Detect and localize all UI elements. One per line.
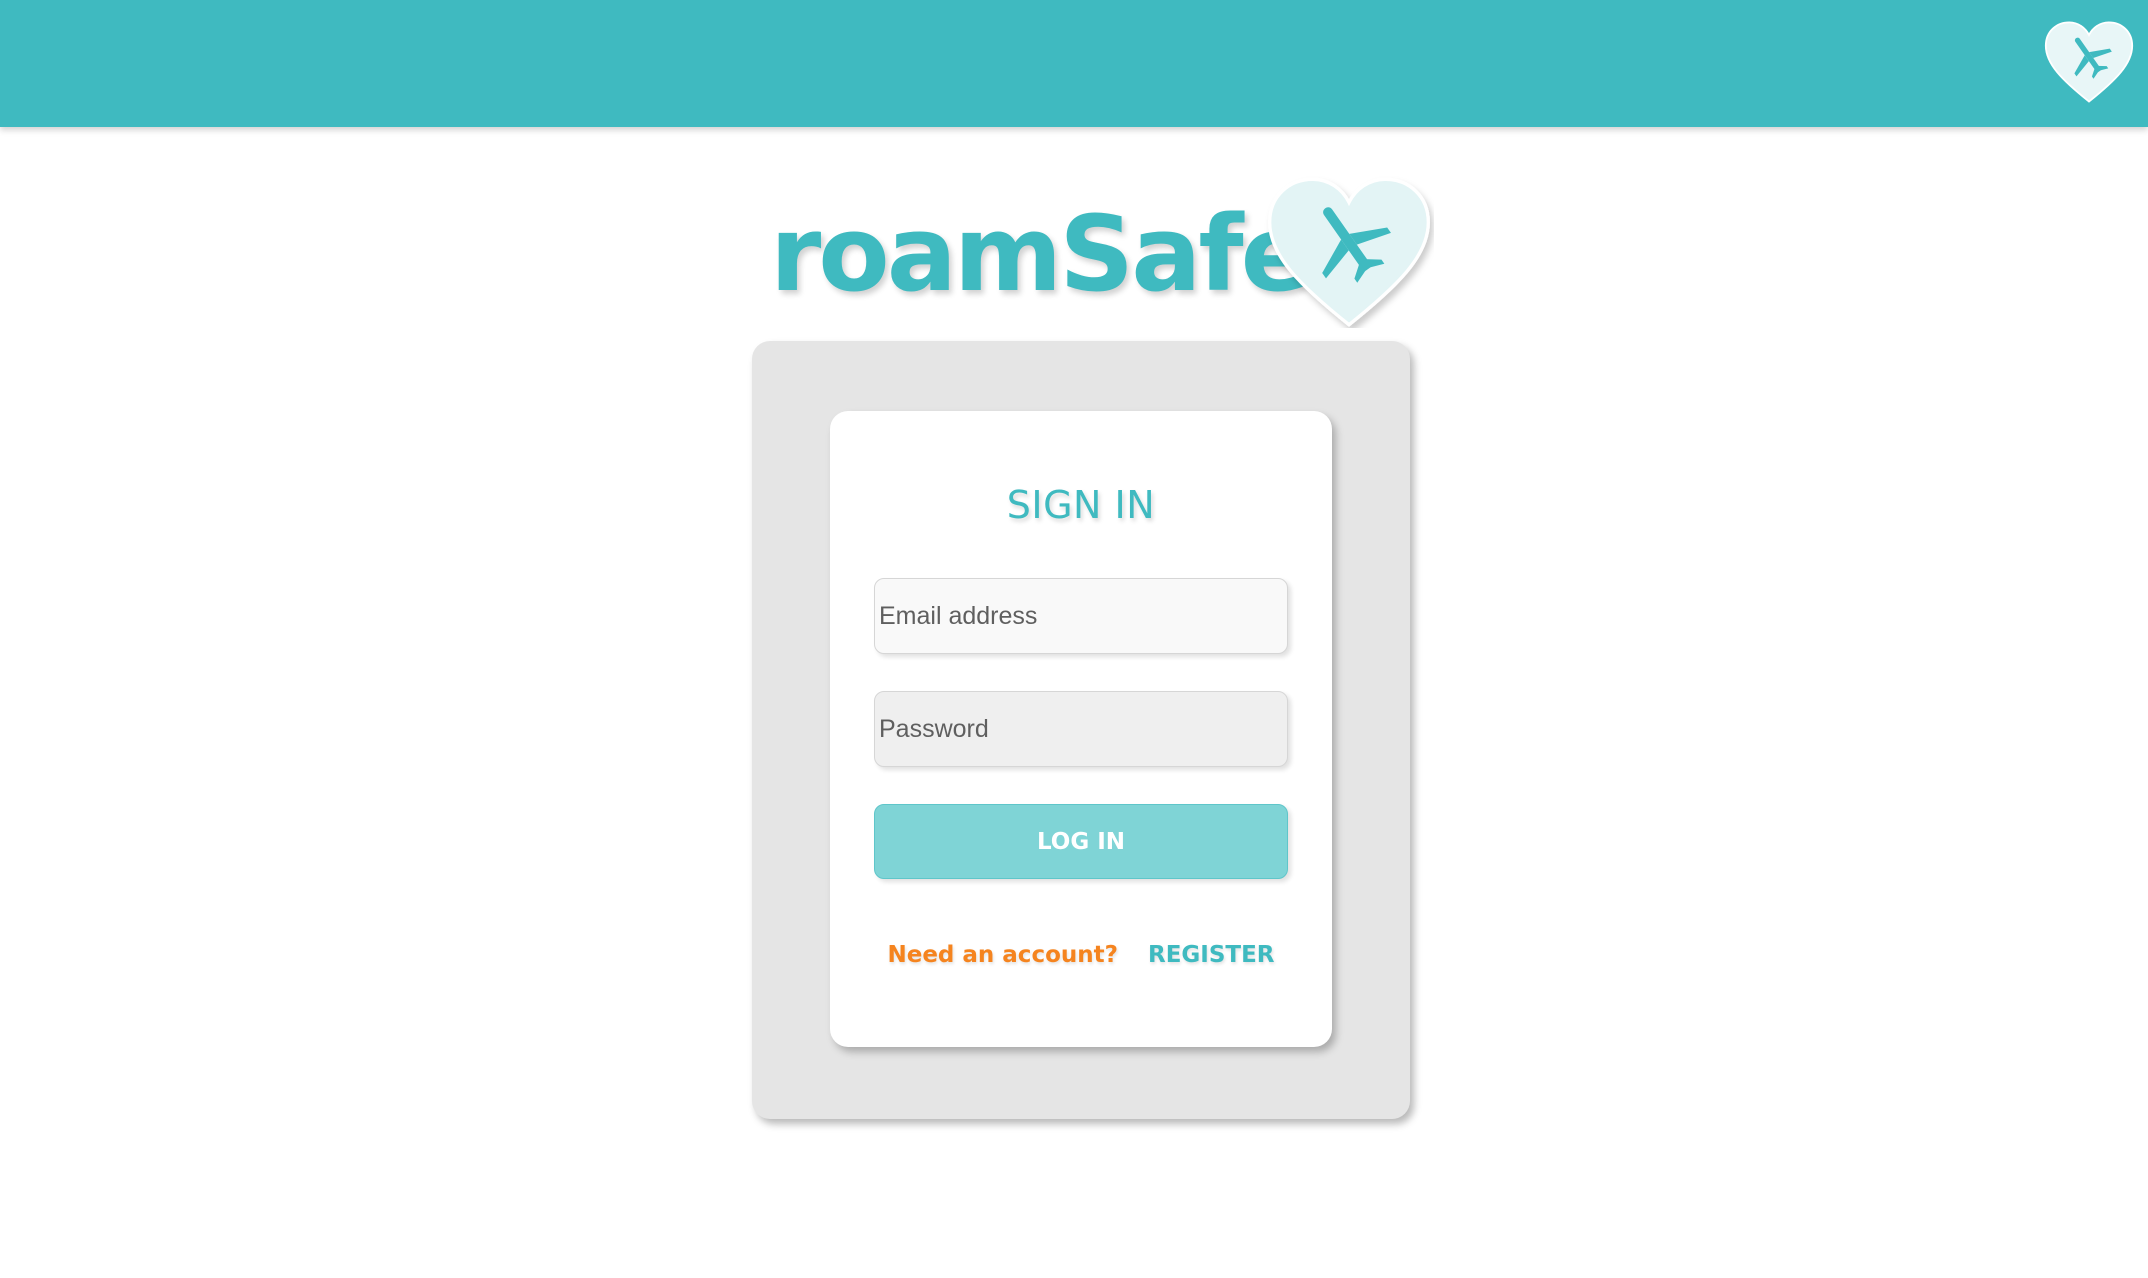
top-navbar (0, 0, 2148, 127)
brand-name: roamSafe (770, 193, 1311, 315)
signin-title: SIGN IN (1006, 483, 1156, 527)
login-panel: SIGN IN LOG IN Need an account? REGISTER (752, 341, 1410, 1119)
brand-logo: roamSafe (770, 176, 1430, 336)
password-field[interactable] (874, 691, 1288, 767)
register-prompt: Need an account? REGISTER (830, 942, 1332, 968)
need-account-text: Need an account? (887, 942, 1118, 968)
heart-airplane-icon (1268, 177, 1430, 327)
signin-card: SIGN IN LOG IN Need an account? REGISTER (830, 411, 1332, 1047)
email-field[interactable] (874, 578, 1288, 654)
login-button[interactable]: LOG IN (874, 804, 1288, 879)
register-link[interactable]: REGISTER (1148, 942, 1275, 968)
heart-airplane-icon[interactable] (2044, 20, 2134, 104)
